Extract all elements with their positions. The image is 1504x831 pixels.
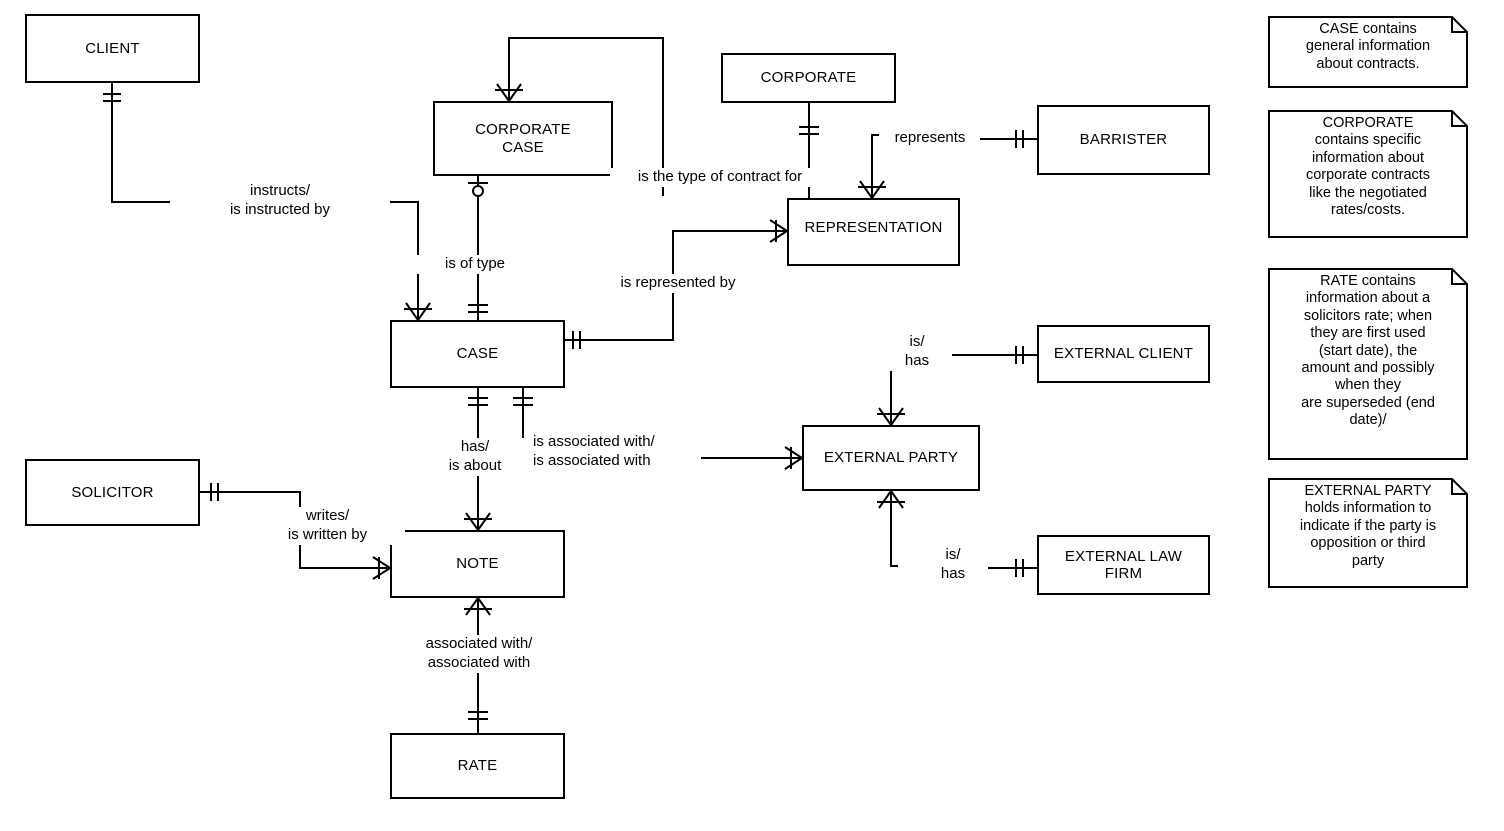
entity-rate[interactable]: RATE — [390, 733, 565, 799]
relationship-label-is-of-type: is of type — [400, 255, 550, 274]
note-external-party-text: EXTERNAL PARTY holds information to indi… — [1299, 483, 1437, 569]
connector-corporatecase-to-case — [468, 176, 488, 320]
relationship-label-has-is-about: has/ is about — [415, 438, 535, 476]
er-diagram-canvas: CLIENT CORPORATE CASE CORPORATE BARRISTE… — [0, 0, 1504, 831]
note-rate: RATE contains information about a solici… — [1268, 268, 1468, 460]
note-rate-text: RATE contains information about a solici… — [1301, 273, 1435, 429]
entity-note[interactable]: NOTE — [390, 530, 565, 598]
note-corporate: CORPORATE contains specific information … — [1268, 110, 1468, 238]
entity-solicitor[interactable]: SOLICITOR — [25, 459, 200, 526]
entity-barrister[interactable]: BARRISTER — [1037, 105, 1210, 175]
relationship-label-external-client-is-has: is/ has — [882, 333, 952, 371]
note-case: CASE contains general information about … — [1268, 16, 1468, 88]
relationship-label-is-represented-by: is represented by — [593, 274, 763, 293]
entity-corporate-case[interactable]: CORPORATE CASE — [433, 101, 613, 176]
entity-representation[interactable]: REPRESENTATION — [787, 198, 960, 266]
entity-external-party[interactable]: EXTERNAL PARTY — [802, 425, 980, 491]
relationship-label-case-associated-with: is associated with/ is associated with — [533, 433, 701, 471]
entity-client[interactable]: CLIENT — [25, 14, 200, 83]
relationship-label-external-law-firm-is-has: is/ has — [918, 546, 988, 584]
note-corporate-text: CORPORATE contains specific information … — [1305, 115, 1431, 218]
relationship-label-type-of-contract-for: is the type of contract for — [610, 168, 830, 187]
entity-corporate[interactable]: CORPORATE — [721, 53, 896, 103]
relationship-label-instructs: instructs/ is instructed by — [170, 182, 390, 220]
note-external-party: EXTERNAL PARTY holds information to indi… — [1268, 478, 1468, 588]
entity-external-law-firm[interactable]: EXTERNAL LAW FIRM — [1037, 535, 1210, 595]
relationship-label-represents: represents — [880, 129, 980, 148]
entity-external-client[interactable]: EXTERNAL CLIENT — [1037, 325, 1210, 383]
relationship-label-note-associated-with: associated with/ associated with — [398, 635, 560, 673]
note-case-text: CASE contains general information about … — [1305, 21, 1431, 72]
entity-case[interactable]: CASE — [390, 320, 565, 388]
relationship-label-writes: writes/ is written by — [250, 507, 405, 545]
